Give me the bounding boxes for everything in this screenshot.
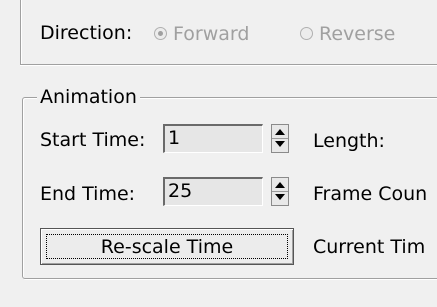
rescale-time-button[interactable]: Re-scale Time — [40, 228, 294, 265]
spinner-up-arrow-icon[interactable] — [275, 182, 285, 188]
start-time-spinner[interactable] — [271, 124, 289, 153]
rescale-time-button-label: Re-scale Time — [46, 234, 288, 259]
end-time-spinner[interactable] — [271, 177, 289, 206]
start-time-input[interactable]: 1 — [163, 124, 263, 153]
radio-forward-indicator — [154, 27, 167, 40]
spinner-up-arrow-icon[interactable] — [275, 129, 285, 135]
animation-group-title: Animation — [37, 85, 140, 109]
spinner-down-arrow-icon[interactable] — [275, 141, 285, 147]
frame-count-label: Frame Coun — [313, 183, 428, 205]
current-time-label: Current Tim — [313, 236, 426, 258]
radio-reverse[interactable]: Reverse — [300, 22, 437, 46]
radio-forward[interactable]: Forward — [154, 22, 274, 46]
direction-label: Direction: — [40, 22, 133, 44]
radio-reverse-indicator — [300, 27, 313, 40]
radio-reverse-label: Reverse — [319, 23, 396, 45]
end-time-input[interactable]: 25 — [163, 177, 263, 206]
start-time-label: Start Time: — [40, 129, 146, 151]
length-label: Length: — [313, 130, 385, 152]
end-time-label: End Time: — [40, 183, 136, 205]
radio-forward-label: Forward — [173, 23, 250, 45]
spinner-down-arrow-icon[interactable] — [275, 194, 285, 200]
